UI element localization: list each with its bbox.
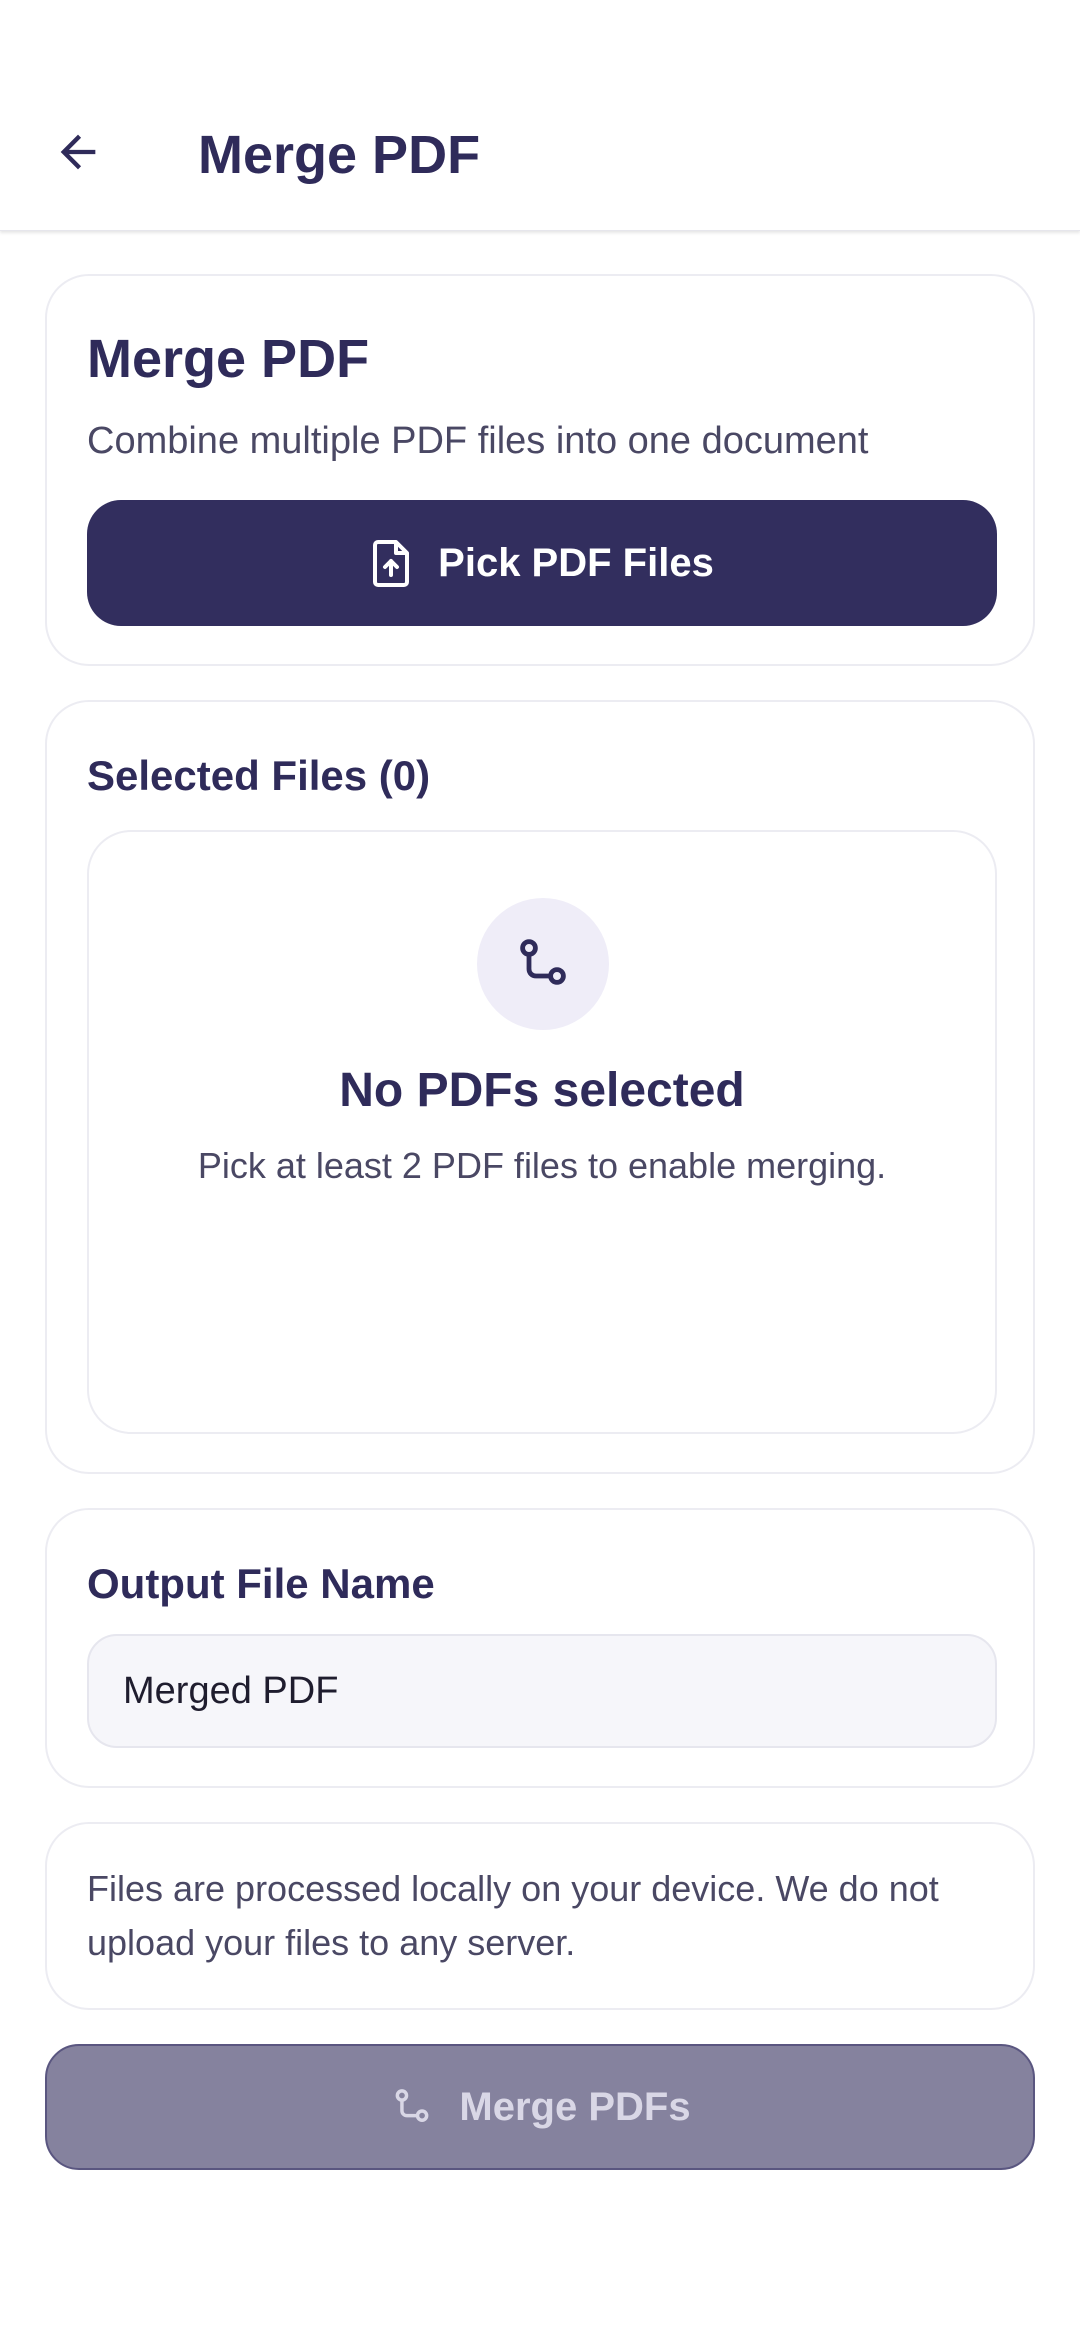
empty-state: No PDFs selected Pick at least 2 PDF fil…	[87, 830, 997, 1434]
selected-files-card: Selected Files (0) No PDFs selected Pick…	[45, 700, 1035, 1474]
back-button[interactable]	[38, 112, 118, 192]
merge-icon	[389, 2084, 435, 2130]
pick-files-card: Merge PDF Combine multiple PDF files int…	[45, 274, 1035, 666]
pick-pdf-files-button[interactable]: Pick PDF Files	[87, 500, 997, 626]
selected-files-title: Selected Files (0)	[87, 752, 431, 799]
pick-card-description: Combine multiple PDF files into one docu…	[87, 420, 869, 462]
output-file-title: Output File Name	[87, 1560, 435, 1607]
app-bar: Merge PDF	[0, 0, 1080, 231]
privacy-note-text: Files are processed locally on your devi…	[87, 1868, 939, 1963]
arrow-back-icon	[60, 134, 96, 170]
page-title: Merge PDF	[198, 125, 481, 185]
file-upload-icon	[370, 539, 414, 587]
pick-pdf-files-label: Pick PDF Files	[438, 540, 714, 585]
empty-state-title: No PDFs selected	[339, 1064, 745, 1117]
pick-card-title: Merge PDF	[87, 329, 370, 389]
empty-state-subtitle: Pick at least 2 PDF files to enable merg…	[197, 1145, 887, 1186]
merge-pdfs-label: Merge PDFs	[459, 2084, 691, 2129]
privacy-note-card: Files are processed locally on your devi…	[45, 1822, 1035, 2010]
output-file-card: Output File Name	[45, 1508, 1035, 1788]
merge-icon	[520, 939, 566, 985]
output-file-name-input[interactable]	[87, 1634, 997, 1748]
merge-pdfs-button[interactable]: Merge PDFs	[45, 2044, 1035, 2170]
empty-state-icon-circle	[477, 898, 609, 1030]
